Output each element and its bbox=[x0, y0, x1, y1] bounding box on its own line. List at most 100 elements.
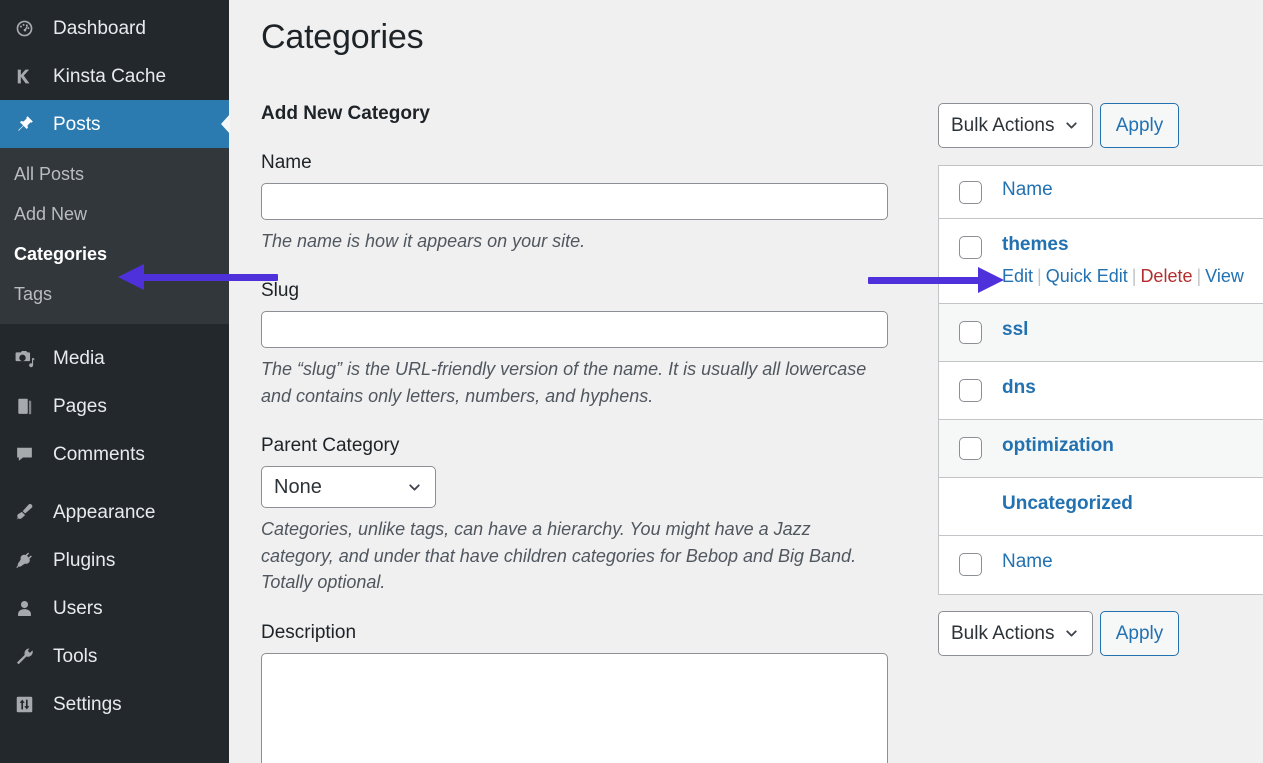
parent-category-selected-value: None bbox=[274, 476, 322, 499]
row-actions-themes: Edit|Quick Edit|Delete|View bbox=[1002, 266, 1263, 287]
row-name-cell: themes Edit|Quick Edit|Delete|View bbox=[1002, 235, 1263, 287]
row-checkbox-dns[interactable] bbox=[959, 379, 982, 402]
content-area: Categories Add New Category Name The nam… bbox=[229, 0, 1263, 763]
description-label: Description bbox=[261, 622, 888, 644]
sidebar-item-tools[interactable]: Tools bbox=[0, 632, 229, 680]
table-row: Uncategorized bbox=[939, 478, 1263, 536]
quick-edit-link[interactable]: Quick Edit bbox=[1046, 266, 1128, 286]
delete-link[interactable]: Delete bbox=[1140, 266, 1192, 286]
sidebar-item-label: Users bbox=[53, 599, 103, 618]
chevron-down-icon bbox=[1063, 117, 1080, 134]
sliders-icon bbox=[14, 694, 42, 715]
sidebar-item-plugins[interactable]: Plugins bbox=[0, 536, 229, 584]
bulk-actions-select-bottom[interactable]: Bulk Actions bbox=[938, 611, 1093, 656]
table-row: ssl bbox=[939, 304, 1263, 362]
row-name-cell: ssl bbox=[1002, 320, 1263, 340]
category-link-dns[interactable]: dns bbox=[1002, 377, 1036, 398]
sidebar-item-kinsta-cache[interactable]: Kinsta Cache bbox=[0, 52, 229, 100]
pin-icon bbox=[14, 114, 42, 135]
category-link-optimization[interactable]: optimization bbox=[1002, 435, 1114, 456]
sidebar-item-users[interactable]: Users bbox=[0, 584, 229, 632]
row-checkbox-ssl[interactable] bbox=[959, 321, 982, 344]
parent-category-select-wrap: None bbox=[261, 466, 436, 508]
user-icon bbox=[14, 598, 42, 619]
select-all-checkbox-bottom[interactable] bbox=[959, 553, 982, 576]
sidebar-item-appearance[interactable]: Appearance bbox=[0, 488, 229, 536]
select-all-checkbox-cell bbox=[939, 552, 1002, 576]
row-name-cell: optimization bbox=[1002, 436, 1263, 456]
wrench-icon bbox=[14, 646, 42, 667]
categories-table-panel: Bulk Actions Apply bbox=[938, 103, 1263, 763]
description-textarea[interactable] bbox=[261, 653, 888, 763]
dashboard-icon bbox=[14, 18, 42, 39]
name-input[interactable] bbox=[261, 183, 888, 220]
row-checkbox-optimization[interactable] bbox=[959, 437, 982, 460]
row-checkbox-cell bbox=[939, 320, 1002, 344]
submenu-item-all-posts[interactable]: All Posts bbox=[0, 154, 229, 194]
columns-wrapper: Add New Category Name The name is how it… bbox=[261, 103, 1263, 763]
category-link-uncategorized[interactable]: Uncategorized bbox=[1002, 493, 1133, 514]
sidebar-divider bbox=[0, 324, 229, 334]
parent-category-help-text: Categories, unlike tags, can have a hier… bbox=[261, 516, 888, 595]
parent-category-field-group: Parent Category None Categories, unlike … bbox=[261, 435, 888, 595]
bulk-actions-selected-value: Bulk Actions bbox=[951, 115, 1055, 137]
parent-category-label: Parent Category bbox=[261, 435, 888, 457]
table-row: optimization bbox=[939, 420, 1263, 478]
row-name-cell: dns bbox=[1002, 378, 1263, 398]
add-new-category-form: Add New Category Name The name is how it… bbox=[261, 103, 888, 763]
column-header-name[interactable]: Name bbox=[1002, 179, 1053, 200]
column-footer-name[interactable]: Name bbox=[1002, 551, 1053, 572]
sidebar-item-label: Pages bbox=[53, 397, 107, 416]
edit-link[interactable]: Edit bbox=[1002, 266, 1033, 286]
posts-submenu: All Posts Add New Categories Tags bbox=[0, 148, 229, 324]
wordpress-admin-screen: Dashboard Kinsta Cache Posts bbox=[0, 0, 1263, 763]
sidebar-item-label: Kinsta Cache bbox=[53, 67, 166, 86]
sidebar-item-settings[interactable]: Settings bbox=[0, 680, 229, 728]
submenu-item-categories[interactable]: Categories bbox=[0, 234, 229, 274]
row-checkbox-themes[interactable] bbox=[959, 236, 982, 259]
paintbrush-icon bbox=[14, 502, 42, 523]
page-title: Categories bbox=[261, 0, 1263, 57]
description-field-group: Description bbox=[261, 622, 888, 763]
select-all-checkbox-cell bbox=[939, 180, 1002, 204]
header-name-cell: Name bbox=[1002, 180, 1263, 200]
sidebar-item-label: Posts bbox=[53, 115, 101, 134]
category-link-themes[interactable]: themes bbox=[1002, 234, 1069, 255]
parent-category-select[interactable]: None bbox=[261, 466, 436, 508]
sidebar-item-posts[interactable]: Posts bbox=[0, 100, 229, 148]
sidebar-item-label: Comments bbox=[53, 445, 145, 464]
category-link-ssl[interactable]: ssl bbox=[1002, 319, 1028, 340]
bulk-actions-select-top[interactable]: Bulk Actions bbox=[938, 103, 1093, 148]
footer-name-cell: Name bbox=[1002, 552, 1263, 572]
sidebar-item-media[interactable]: Media bbox=[0, 334, 229, 382]
table-row: themes Edit|Quick Edit|Delete|View bbox=[939, 219, 1263, 304]
sidebar-item-pages[interactable]: Pages bbox=[0, 382, 229, 430]
row-name-cell: Uncategorized bbox=[1002, 494, 1263, 514]
table-header-row: Name bbox=[939, 166, 1263, 219]
select-all-checkbox-top[interactable] bbox=[959, 181, 982, 204]
name-label: Name bbox=[261, 152, 888, 174]
sidebar-item-label: Dashboard bbox=[53, 19, 146, 38]
slug-input[interactable] bbox=[261, 311, 888, 348]
kinsta-k-icon bbox=[14, 66, 42, 87]
tablenav-top: Bulk Actions Apply bbox=[938, 103, 1263, 148]
submenu-item-add-new[interactable]: Add New bbox=[0, 194, 229, 234]
sidebar-item-label: Media bbox=[53, 349, 105, 368]
name-field-group: Name The name is how it appears on your … bbox=[261, 152, 888, 254]
chevron-down-icon bbox=[1063, 625, 1080, 642]
plug-icon bbox=[14, 550, 42, 571]
sidebar-item-dashboard[interactable]: Dashboard bbox=[0, 4, 229, 52]
sidebar-item-comments[interactable]: Comments bbox=[0, 430, 229, 478]
row-checkbox-cell-empty bbox=[939, 494, 1002, 495]
apply-button-bottom[interactable]: Apply bbox=[1100, 611, 1179, 656]
submenu-item-tags[interactable]: Tags bbox=[0, 274, 229, 314]
form-heading: Add New Category bbox=[261, 103, 888, 125]
view-link[interactable]: View bbox=[1205, 266, 1244, 286]
apply-button-top[interactable]: Apply bbox=[1100, 103, 1179, 148]
media-icon bbox=[14, 348, 42, 369]
name-help-text: The name is how it appears on your site. bbox=[261, 228, 888, 254]
slug-help-text: The “slug” is the URL-friendly version o… bbox=[261, 356, 888, 409]
row-checkbox-cell bbox=[939, 378, 1002, 402]
pages-icon bbox=[14, 396, 42, 417]
sidebar-item-label: Tools bbox=[53, 647, 97, 666]
